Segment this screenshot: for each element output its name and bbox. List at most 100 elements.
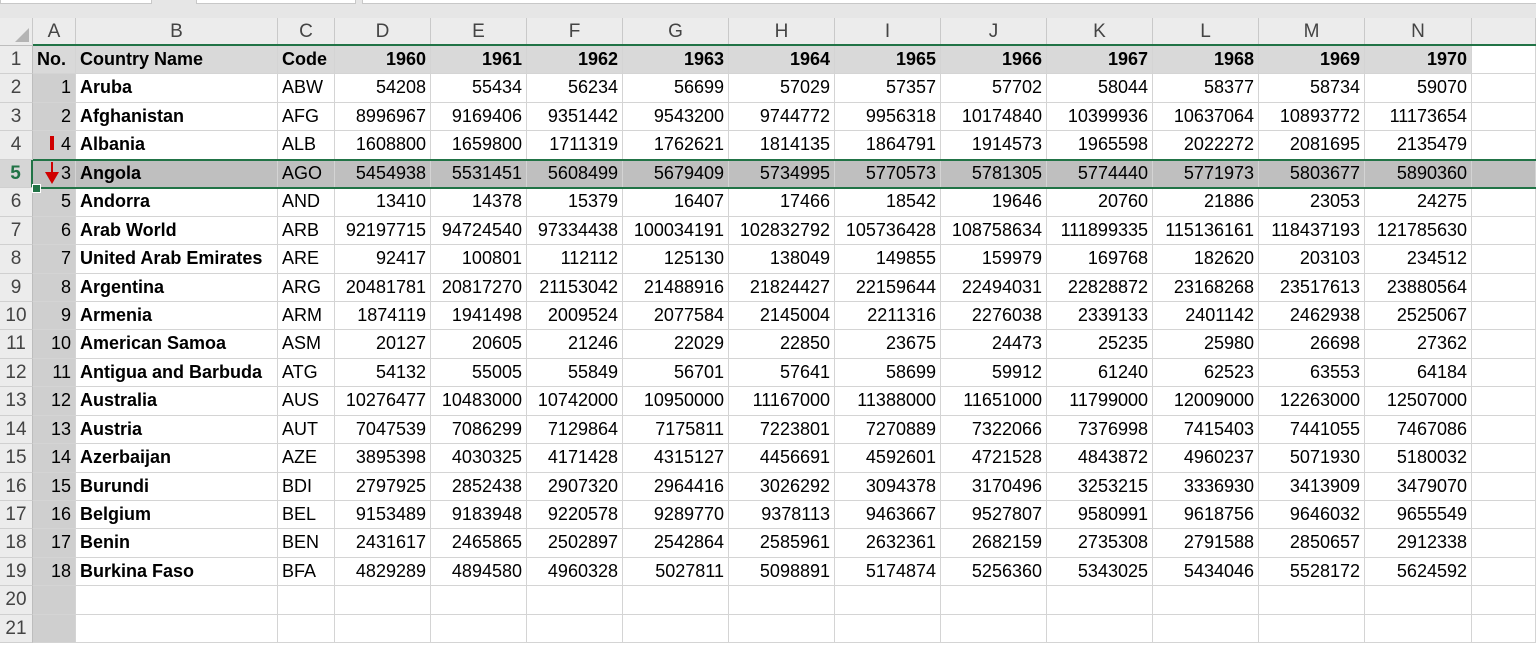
value-cell[interactable]: 100034191 bbox=[623, 216, 729, 246]
value-cell[interactable]: 9169406 bbox=[431, 102, 527, 132]
value-cell[interactable]: 22159644 bbox=[835, 273, 941, 302]
row-header-18[interactable]: 18 bbox=[0, 529, 33, 558]
value-cell[interactable]: 27362 bbox=[1365, 330, 1472, 359]
row-header-21[interactable]: 21 bbox=[0, 614, 33, 644]
value-cell[interactable]: 3479070 bbox=[1365, 472, 1472, 502]
value-cell[interactable]: 7223801 bbox=[729, 415, 835, 445]
value-cell[interactable]: 1965598 bbox=[1047, 131, 1153, 160]
row-header-16[interactable]: 16 bbox=[0, 472, 33, 502]
value-cell[interactable]: 55005 bbox=[431, 358, 527, 388]
value-cell[interactable]: 2682159 bbox=[941, 529, 1047, 558]
empty-cell[interactable] bbox=[1047, 586, 1153, 615]
value-cell[interactable]: 2791588 bbox=[1153, 529, 1259, 558]
value-cell[interactable]: 3170496 bbox=[941, 472, 1047, 502]
row-header-19[interactable]: 19 bbox=[0, 557, 33, 587]
row-header-13[interactable]: 13 bbox=[0, 387, 33, 416]
column-header-a[interactable]: A bbox=[33, 18, 76, 46]
value-cell[interactable]: 11388000 bbox=[835, 387, 941, 416]
header-year-1965[interactable]: 1965 bbox=[835, 46, 941, 75]
value-cell[interactable]: 9618756 bbox=[1153, 501, 1259, 530]
value-cell[interactable]: 23517613 bbox=[1259, 273, 1365, 302]
value-cell[interactable]: 54208 bbox=[335, 74, 431, 103]
value-cell[interactable]: 1941498 bbox=[431, 301, 527, 331]
empty-cell[interactable] bbox=[1472, 472, 1536, 502]
column-header-j[interactable]: J bbox=[941, 18, 1047, 46]
country-name-cell[interactable]: Antigua and Barbuda bbox=[76, 358, 278, 388]
value-cell[interactable]: 10174840 bbox=[941, 102, 1047, 132]
country-name-cell[interactable]: Arab World bbox=[76, 216, 278, 246]
value-cell[interactable]: 10950000 bbox=[623, 387, 729, 416]
value-cell[interactable]: 159979 bbox=[941, 245, 1047, 274]
value-cell[interactable]: 9956318 bbox=[835, 102, 941, 132]
value-cell[interactable]: 22494031 bbox=[941, 273, 1047, 302]
value-cell[interactable]: 9543200 bbox=[623, 102, 729, 132]
country-name-cell[interactable]: Austria bbox=[76, 415, 278, 445]
value-cell[interactable]: 5890360 bbox=[1365, 159, 1472, 189]
value-cell[interactable]: 1762621 bbox=[623, 131, 729, 160]
value-cell[interactable]: 1874119 bbox=[335, 301, 431, 331]
country-name-cell[interactable]: Albania bbox=[76, 131, 278, 160]
value-cell[interactable]: 21824427 bbox=[729, 273, 835, 302]
value-cell[interactable]: 97334438 bbox=[527, 216, 623, 246]
header-year-1970[interactable]: 1970 bbox=[1365, 46, 1472, 75]
value-cell[interactable]: 111899335 bbox=[1047, 216, 1153, 246]
empty-cell[interactable] bbox=[1472, 586, 1536, 615]
empty-cell[interactable] bbox=[623, 586, 729, 615]
value-cell[interactable]: 63553 bbox=[1259, 358, 1365, 388]
value-cell[interactable]: 20605 bbox=[431, 330, 527, 359]
value-cell[interactable]: 105736428 bbox=[835, 216, 941, 246]
value-cell[interactable]: 7376998 bbox=[1047, 415, 1153, 445]
empty-cell[interactable] bbox=[623, 614, 729, 644]
value-cell[interactable]: 57702 bbox=[941, 74, 1047, 103]
value-cell[interactable]: 234512 bbox=[1365, 245, 1472, 274]
country-name-cell[interactable]: Azerbaijan bbox=[76, 444, 278, 473]
value-cell[interactable]: 18542 bbox=[835, 188, 941, 217]
empty-cell[interactable] bbox=[33, 614, 76, 644]
row-no-cell[interactable]: 2 bbox=[33, 102, 76, 132]
value-cell[interactable]: 92197715 bbox=[335, 216, 431, 246]
value-cell[interactable]: 9289770 bbox=[623, 501, 729, 530]
column-header-g[interactable]: G bbox=[623, 18, 729, 46]
value-cell[interactable]: 1914573 bbox=[941, 131, 1047, 160]
column-header-empty[interactable] bbox=[1472, 18, 1536, 46]
value-cell[interactable]: 4894580 bbox=[431, 557, 527, 587]
value-cell[interactable]: 10276477 bbox=[335, 387, 431, 416]
empty-cell[interactable] bbox=[76, 586, 278, 615]
value-cell[interactable]: 4315127 bbox=[623, 444, 729, 473]
row-no-cell[interactable]: 9 bbox=[33, 301, 76, 331]
column-header-l[interactable]: L bbox=[1153, 18, 1259, 46]
header-year-1968[interactable]: 1968 bbox=[1153, 46, 1259, 75]
row-header-5[interactable]: 5 bbox=[0, 159, 33, 189]
tab-edge[interactable] bbox=[196, 0, 356, 4]
value-cell[interactable]: 20127 bbox=[335, 330, 431, 359]
empty-cell[interactable] bbox=[1472, 216, 1536, 246]
value-cell[interactable]: 2525067 bbox=[1365, 301, 1472, 331]
value-cell[interactable]: 4960237 bbox=[1153, 444, 1259, 473]
empty-cell[interactable] bbox=[1472, 102, 1536, 132]
value-cell[interactable]: 5781305 bbox=[941, 159, 1047, 189]
empty-cell[interactable] bbox=[1472, 387, 1536, 416]
country-name-cell[interactable]: Angola bbox=[76, 159, 278, 189]
empty-cell[interactable] bbox=[1472, 245, 1536, 274]
row-header-17[interactable]: 17 bbox=[0, 501, 33, 530]
value-cell[interactable]: 7270889 bbox=[835, 415, 941, 445]
value-cell[interactable]: 15379 bbox=[527, 188, 623, 217]
empty-cell[interactable] bbox=[1259, 586, 1365, 615]
value-cell[interactable]: 10399936 bbox=[1047, 102, 1153, 132]
column-header-e[interactable]: E bbox=[431, 18, 527, 46]
row-header-3[interactable]: 3 bbox=[0, 102, 33, 132]
value-cell[interactable]: 19646 bbox=[941, 188, 1047, 217]
value-cell[interactable]: 3413909 bbox=[1259, 472, 1365, 502]
value-cell[interactable]: 56234 bbox=[527, 74, 623, 103]
value-cell[interactable]: 4456691 bbox=[729, 444, 835, 473]
value-cell[interactable]: 8996967 bbox=[335, 102, 431, 132]
value-cell[interactable]: 22850 bbox=[729, 330, 835, 359]
value-cell[interactable]: 1659800 bbox=[431, 131, 527, 160]
value-cell[interactable]: 25980 bbox=[1153, 330, 1259, 359]
value-cell[interactable]: 58734 bbox=[1259, 74, 1365, 103]
value-cell[interactable]: 10483000 bbox=[431, 387, 527, 416]
value-cell[interactable]: 7441055 bbox=[1259, 415, 1365, 445]
value-cell[interactable]: 121785630 bbox=[1365, 216, 1472, 246]
value-cell[interactable]: 4592601 bbox=[835, 444, 941, 473]
value-cell[interactable]: 7467086 bbox=[1365, 415, 1472, 445]
